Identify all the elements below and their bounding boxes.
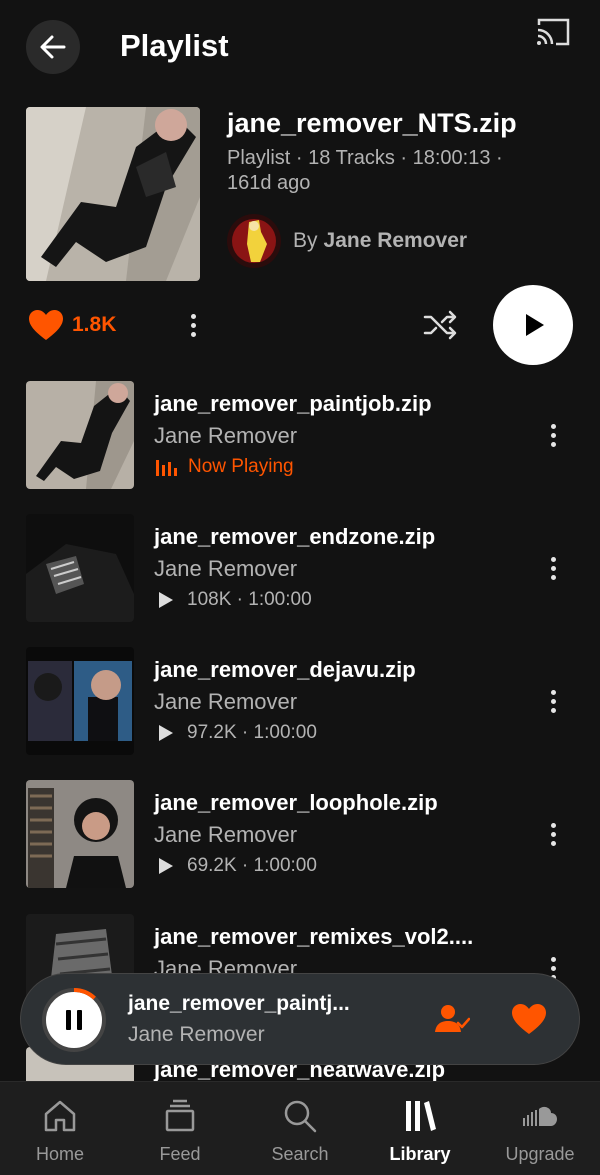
play-icon xyxy=(526,314,544,336)
tab-label: Feed xyxy=(159,1144,201,1164)
now-playing-label: Now Playing xyxy=(188,456,294,477)
track-more-button[interactable] xyxy=(543,418,563,452)
mini-player[interactable]: jane_remover_paintj... Jane Remover xyxy=(20,973,580,1065)
track-title: jane_remover_loophole.zip xyxy=(154,790,438,815)
now-playing-indicator: Now Playing xyxy=(156,456,294,478)
play-count-icon xyxy=(159,858,173,874)
track-stats-text: 108K · 1:00:00 xyxy=(187,589,312,610)
track-more-button[interactable] xyxy=(543,551,563,585)
track-artwork xyxy=(26,647,134,755)
heart-icon xyxy=(29,310,63,340)
soundcloud-icon xyxy=(523,1106,557,1126)
tab-label: Upgrade xyxy=(505,1144,575,1164)
track-title: jane_remover_paintjob.zip xyxy=(154,391,432,416)
track-artist: Jane Remover xyxy=(154,822,298,847)
tab-feed[interactable]: Feed xyxy=(120,1082,240,1175)
play-button[interactable] xyxy=(493,285,573,365)
track-artwork xyxy=(26,780,134,888)
playlist-author[interactable]: By Jane Remover xyxy=(227,214,467,268)
arrow-left-icon xyxy=(40,35,66,59)
track-row[interactable]: jane_remover_endzone.zip Jane Remover 10… xyxy=(0,514,600,622)
feed-icon xyxy=(165,1099,195,1132)
play-count-icon xyxy=(159,592,173,608)
like-count: 1.8K xyxy=(72,313,117,336)
track-more-button[interactable] xyxy=(543,684,563,718)
pause-button[interactable] xyxy=(42,988,106,1052)
track-artist: Jane Remover xyxy=(154,689,298,714)
track-artwork xyxy=(26,381,134,489)
track-stats: 97.2K · 1:00:00 xyxy=(156,722,317,744)
track-row[interactable]: jane_remover_loophole.zip Jane Remover 6… xyxy=(0,780,600,888)
cast-icon[interactable] xyxy=(534,16,572,48)
track-stats-text: 69.2K · 1:00:00 xyxy=(187,855,317,876)
track-title: jane_remover_endzone.zip xyxy=(154,524,436,549)
mini-player-artist: Jane Remover xyxy=(128,1023,265,1046)
bottom-navigation: Home Feed Search Library Upgrade xyxy=(0,1081,600,1175)
tab-library[interactable]: Library xyxy=(360,1082,480,1175)
playlist-title: jane_remover_NTS.zip xyxy=(227,108,517,138)
page-title: Playlist xyxy=(120,28,229,63)
by-label: By xyxy=(293,229,318,252)
back-button[interactable] xyxy=(26,20,80,74)
track-row[interactable]: jane_remover_dejavu.zip Jane Remover 97.… xyxy=(0,647,600,755)
heart-icon[interactable] xyxy=(511,1002,547,1036)
library-icon xyxy=(406,1101,436,1131)
mini-player-title: jane_remover_paintj... xyxy=(128,992,350,1015)
playlist-meta: Playlist · 18 Tracks · 18:00:13 · 161d a… xyxy=(227,147,503,194)
tab-upgrade[interactable]: Upgrade xyxy=(480,1082,600,1175)
home-icon xyxy=(44,1100,76,1132)
tab-label: Home xyxy=(35,1144,84,1164)
shuffle-icon[interactable] xyxy=(422,308,458,342)
track-more-button[interactable] xyxy=(543,817,563,851)
tab-home[interactable]: Home xyxy=(0,1082,120,1175)
track-row[interactable]: jane_remover_paintjob.zip Jane Remover N… xyxy=(0,381,600,489)
track-stats: 108K · 1:00:00 xyxy=(156,589,312,611)
tab-label: Library xyxy=(389,1144,451,1164)
tab-label: Search xyxy=(271,1144,329,1164)
equalizer-icon xyxy=(156,460,177,476)
action-bar: 1.8K xyxy=(0,284,600,366)
track-artist: Jane Remover xyxy=(154,423,298,448)
track-artwork xyxy=(26,514,134,622)
track-stats: 69.2K · 1:00:00 xyxy=(156,855,317,877)
follow-user-icon[interactable] xyxy=(434,1002,470,1036)
track-title: jane_remover_remixes_vol2.... xyxy=(154,924,474,949)
tab-search[interactable]: Search xyxy=(240,1082,360,1175)
author-name[interactable]: Jane Remover xyxy=(324,229,468,253)
search-icon xyxy=(284,1100,317,1133)
header: Playlist xyxy=(0,0,600,95)
like-button[interactable]: 1.8K xyxy=(28,308,116,342)
playlist-artwork xyxy=(26,107,200,281)
track-artist: Jane Remover xyxy=(154,556,298,581)
track-stats-text: 97.2K · 1:00:00 xyxy=(187,722,317,743)
avatar xyxy=(227,214,281,268)
track-title: jane_remover_dejavu.zip xyxy=(154,657,416,682)
play-count-icon xyxy=(159,725,173,741)
more-options-button[interactable] xyxy=(183,308,203,342)
